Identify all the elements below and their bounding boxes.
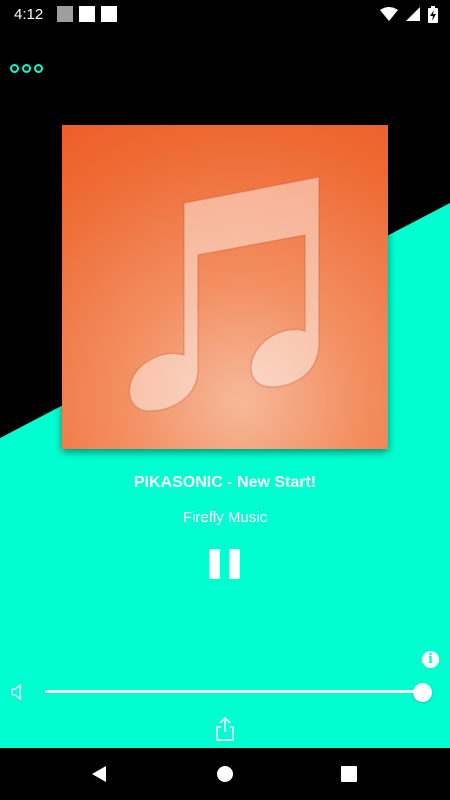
info-button[interactable]: i [422, 651, 439, 668]
menu-dot [22, 63, 31, 73]
status-bar: 4:12 [0, 0, 450, 28]
pause-icon-bar [229, 549, 240, 579]
pause-icon-bar [209, 549, 220, 579]
home-icon[interactable] [216, 765, 234, 783]
pause-button[interactable] [209, 549, 240, 579]
status-icons [380, 5, 438, 23]
status-time: 4:12 [14, 5, 44, 23]
track-artist: Firefly Music [182, 509, 268, 526]
recents-icon[interactable] [341, 766, 357, 782]
menu-dot [34, 63, 43, 73]
wifi-icon [380, 7, 398, 21]
more-options-icon[interactable] [10, 60, 46, 76]
notification-icon [57, 6, 74, 22]
back-icon[interactable] [90, 765, 108, 783]
volume-slider-thumb[interactable] [413, 683, 432, 702]
share-icon[interactable] [214, 716, 236, 742]
navigation-bar [0, 748, 450, 800]
notification-icon [101, 6, 118, 22]
menu-dot [10, 63, 19, 73]
music-note-icon [128, 176, 320, 412]
volume-icon [11, 684, 21, 700]
track-title: PIKASONIC - New Start! [133, 474, 317, 491]
notification-icon [79, 6, 96, 22]
battery-charging-icon [428, 5, 438, 23]
album-art [62, 125, 388, 449]
signal-icon [406, 7, 420, 21]
volume-slider-track[interactable] [45, 690, 425, 693]
